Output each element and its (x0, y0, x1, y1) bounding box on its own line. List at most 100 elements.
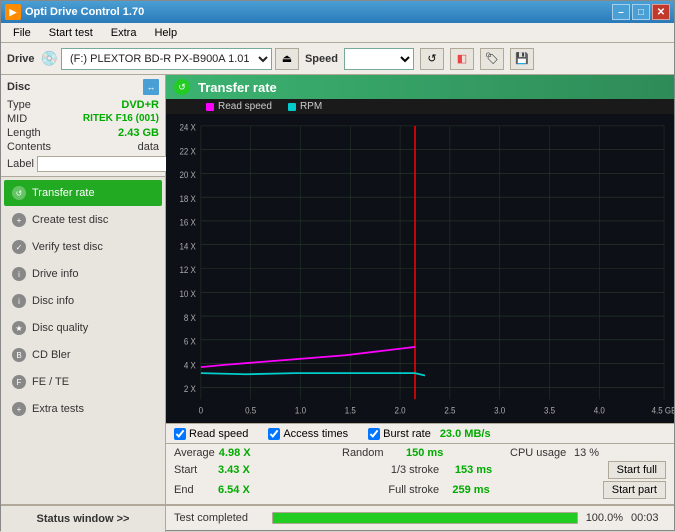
nav-transfer-rate[interactable]: ↺ Transfer rate (4, 180, 162, 206)
chart-header: ↺ Transfer rate (166, 75, 674, 99)
svg-text:20 X: 20 X (179, 170, 196, 181)
stats-row-2: Start 3.43 X 1/3 stroke 153 ms Start ful… (174, 461, 666, 479)
svg-text:6 X: 6 X (184, 336, 196, 347)
status-window-button[interactable]: Status window >> (1, 506, 166, 532)
checkbox-burst-rate: Burst rate 23.0 MB/s (368, 428, 490, 440)
disc-arrow-button[interactable]: ↔ (143, 79, 159, 95)
stat-stroke-1-3: 1/3 stroke 153 ms (391, 464, 596, 476)
checkbox-read-speed: Read speed (174, 428, 248, 440)
svg-text:1.0: 1.0 (295, 405, 306, 416)
full-stroke-label: Full stroke (388, 484, 448, 496)
drive-icon: 💿 (41, 50, 58, 67)
refresh-button[interactable]: ↺ (420, 48, 444, 70)
menu-help[interactable]: Help (146, 25, 185, 41)
stat-full-stroke: Full stroke 259 ms (388, 484, 590, 496)
progress-area: Test completed 100.0% 00:03 (166, 506, 674, 530)
time-display: 00:03 (631, 512, 666, 524)
stat-average: Average 4.98 X (174, 447, 330, 459)
start-part-button[interactable]: Start part (603, 481, 666, 499)
nav-icon-extra: + (12, 402, 26, 416)
mid-value: RITEK F16 (001) (83, 113, 159, 125)
menu-start-test[interactable]: Start test (41, 25, 101, 41)
stroke-1-3-value: 153 ms (455, 464, 505, 476)
access-times-checkbox[interactable] (268, 428, 280, 440)
nav-icon-fe-te: F (12, 375, 26, 389)
progress-bar-container (272, 512, 578, 524)
nav-label-fe-te: FE / TE (32, 376, 69, 388)
nav-icon-disc-info: i (12, 294, 26, 308)
minimize-button[interactable]: – (612, 4, 630, 20)
svg-text:4.0: 4.0 (594, 405, 605, 416)
stat-start: Start 3.43 X (174, 464, 379, 476)
app-window: ▶ Opti Drive Control 1.70 – □ ✕ File Sta… (0, 0, 675, 531)
chart-title: Transfer rate (198, 80, 277, 95)
end-label: End (174, 484, 214, 496)
nav-verify-test-disc[interactable]: ✓ Verify test disc (4, 234, 162, 260)
chart-legend: Read speed RPM (166, 99, 674, 114)
legend-rpm-label: RPM (300, 101, 322, 112)
status-text: Test completed (174, 512, 264, 524)
menu-file[interactable]: File (5, 25, 39, 41)
nav-fe-te[interactable]: F FE / TE (4, 369, 162, 395)
tag-button[interactable]: 🏷 (480, 48, 504, 70)
eject-button[interactable]: ⏏ (275, 48, 299, 70)
legend-read-speed-dot (206, 103, 214, 111)
burst-rate-checkbox-label: Burst rate (383, 428, 431, 440)
svg-text:2 X: 2 X (184, 383, 196, 394)
start-label: Start (174, 464, 214, 476)
menu-extra[interactable]: Extra (103, 25, 145, 41)
read-speed-checkbox[interactable] (174, 428, 186, 440)
maximize-button[interactable]: □ (632, 4, 650, 20)
app-icon: ▶ (5, 4, 21, 20)
legend-read-speed-label: Read speed (218, 101, 272, 112)
disc-label-label: Label (7, 158, 34, 170)
speed-select[interactable] (344, 48, 414, 70)
contents-value: data (138, 141, 159, 153)
svg-text:0: 0 (199, 405, 204, 416)
eraser-button[interactable]: ◧ (450, 48, 474, 70)
nav-label-extra: Extra tests (32, 403, 84, 415)
nav-icon-bler: B (12, 348, 26, 362)
nav-drive-info[interactable]: i Drive info (4, 261, 162, 287)
start-full-button[interactable]: Start full (608, 461, 666, 479)
cpu-value: 13 % (574, 447, 614, 459)
nav-label-drive: Drive info (32, 268, 78, 280)
chart-icon: ↺ (174, 79, 190, 95)
average-value: 4.98 X (219, 447, 269, 459)
svg-text:2.5: 2.5 (444, 405, 455, 416)
length-value: 2.43 GB (118, 127, 159, 139)
legend-rpm: RPM (288, 101, 322, 112)
random-label: Random (342, 447, 402, 459)
save-button[interactable]: 💾 (510, 48, 534, 70)
svg-text:0.5: 0.5 (245, 405, 256, 416)
title-bar-left: ▶ Opti Drive Control 1.70 (5, 4, 144, 20)
svg-text:3.0: 3.0 (494, 405, 505, 416)
nav-disc-info[interactable]: i Disc info (4, 288, 162, 314)
drive-select[interactable]: (F:) PLEXTOR BD-R PX-B900A 1.01 (61, 48, 272, 70)
access-times-checkbox-label: Access times (283, 428, 348, 440)
random-value: 150 ms (406, 447, 456, 459)
nav-label-transfer-rate: Transfer rate (32, 187, 95, 199)
mid-label: MID (7, 113, 27, 125)
nav-cd-bler[interactable]: B CD Bler (4, 342, 162, 368)
burst-rate-value: 23.0 MB/s (440, 428, 491, 440)
title-controls: – □ ✕ (612, 4, 670, 20)
stat-cpu: CPU usage 13 % (510, 447, 666, 459)
disc-label-input[interactable] (37, 156, 175, 172)
nav-label-disc-info: Disc info (32, 295, 74, 307)
progress-percentage: 100.0% (586, 512, 623, 524)
type-label: Type (7, 99, 31, 111)
svg-text:24 X: 24 X (179, 122, 196, 133)
speed-label: Speed (305, 53, 338, 65)
disc-title: Disc (7, 81, 30, 93)
nav-disc-quality[interactable]: ★ Disc quality (4, 315, 162, 341)
nav-extra-tests[interactable]: + Extra tests (4, 396, 162, 422)
burst-rate-checkbox[interactable] (368, 428, 380, 440)
svg-text:18 X: 18 X (179, 193, 196, 204)
nav-label-verify: Verify test disc (32, 241, 103, 253)
close-button[interactable]: ✕ (652, 4, 670, 20)
nav-icon-drive: i (12, 267, 26, 281)
stats-row-1: Average 4.98 X Random 150 ms CPU usage 1… (174, 447, 666, 459)
nav-create-test-disc[interactable]: + Create test disc (4, 207, 162, 233)
nav-icon-quality: ★ (12, 321, 26, 335)
